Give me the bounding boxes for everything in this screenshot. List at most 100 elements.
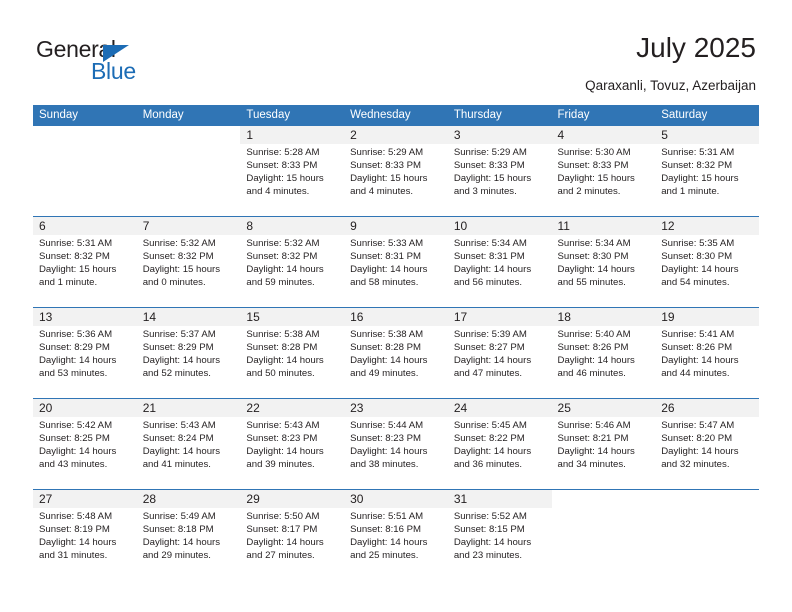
sunrise-text: Sunrise: 5:41 AM: [661, 329, 735, 340]
week-row-details: Sunrise: 5:31 AM Sunset: 8:32 PM Dayligh…: [33, 235, 759, 308]
week-row-details: Sunrise: 5:42 AM Sunset: 8:25 PM Dayligh…: [33, 417, 759, 490]
day-cell[interactable]: Sunrise: 5:47 AM Sunset: 8:20 PM Dayligh…: [655, 417, 759, 490]
day-cell[interactable]: Sunrise: 5:32 AM Sunset: 8:32 PM Dayligh…: [136, 235, 241, 308]
day-number[interactable]: 22: [240, 398, 345, 417]
day-cell[interactable]: Sunrise: 5:28 AM Sunset: 8:33 PM Dayligh…: [240, 144, 345, 217]
day-number[interactable]: 6: [33, 216, 137, 235]
day-cell[interactable]: Sunrise: 5:34 AM Sunset: 8:31 PM Dayligh…: [447, 235, 552, 308]
sunset-text: Sunset: 8:21 PM: [557, 433, 629, 444]
day-cell[interactable]: Sunrise: 5:46 AM Sunset: 8:21 PM Dayligh…: [551, 417, 656, 490]
sunrise-text: Sunrise: 5:49 AM: [142, 511, 216, 522]
day-number[interactable]: 31: [447, 489, 552, 508]
day-cell[interactable]: Sunrise: 5:52 AM Sunset: 8:15 PM Dayligh…: [447, 508, 552, 580]
day-cell[interactable]: Sunrise: 5:40 AM Sunset: 8:26 PM Dayligh…: [551, 326, 656, 399]
day-number[interactable]: 1: [240, 126, 345, 144]
day-number[interactable]: 4: [551, 126, 656, 144]
week-row-daynumbers: 13 14 15 16 17 18 19: [33, 307, 759, 326]
day-cell[interactable]: Sunrise: 5:38 AM Sunset: 8:28 PM Dayligh…: [240, 326, 345, 399]
day-number[interactable]: 12: [655, 216, 759, 235]
sunset-text: Sunset: 8:27 PM: [453, 342, 525, 353]
day-number[interactable]: 27: [33, 489, 137, 508]
sunset-text: Sunset: 8:32 PM: [246, 251, 318, 262]
day-cell[interactable]: Sunrise: 5:43 AM Sunset: 8:24 PM Dayligh…: [136, 417, 241, 490]
day-cell[interactable]: Sunrise: 5:31 AM Sunset: 8:32 PM Dayligh…: [33, 235, 137, 308]
day-number[interactable]: 29: [240, 489, 345, 508]
day-number[interactable]: 2: [344, 126, 448, 144]
day-cell-empty: [551, 508, 656, 580]
day-number[interactable]: 15: [240, 307, 345, 326]
day-number[interactable]: 5: [655, 126, 759, 144]
weekday-header-friday: Friday: [551, 105, 656, 126]
day-cell[interactable]: Sunrise: 5:35 AM Sunset: 8:30 PM Dayligh…: [655, 235, 759, 308]
day-number[interactable]: 20: [33, 398, 137, 417]
daylight-text: Daylight: 14 hours and 41 minutes.: [142, 446, 221, 470]
sunrise-text: Sunrise: 5:52 AM: [453, 511, 527, 522]
sunset-text: Sunset: 8:29 PM: [142, 342, 214, 353]
sunset-text: Sunset: 8:16 PM: [350, 524, 422, 535]
day-number[interactable]: 25: [551, 398, 656, 417]
day-cell[interactable]: Sunrise: 5:37 AM Sunset: 8:29 PM Dayligh…: [136, 326, 241, 399]
day-number[interactable]: 13: [33, 307, 137, 326]
day-number[interactable]: 3: [447, 126, 552, 144]
sunrise-text: Sunrise: 5:38 AM: [246, 329, 320, 340]
day-cell[interactable]: Sunrise: 5:36 AM Sunset: 8:29 PM Dayligh…: [33, 326, 137, 399]
calendar-header-row: Sunday Monday Tuesday Wednesday Thursday…: [33, 105, 759, 126]
weekday-header-sunday: Sunday: [33, 105, 137, 126]
page-header: General Blue July 2025 Qaraxanli, Tovuz,…: [0, 0, 792, 100]
sunset-text: Sunset: 8:24 PM: [142, 433, 214, 444]
day-number[interactable]: 19: [655, 307, 759, 326]
day-number[interactable]: 14: [136, 307, 241, 326]
sunset-text: Sunset: 8:17 PM: [246, 524, 318, 535]
sunset-text: Sunset: 8:19 PM: [39, 524, 110, 535]
day-number[interactable]: 17: [447, 307, 552, 326]
day-cell[interactable]: Sunrise: 5:38 AM Sunset: 8:28 PM Dayligh…: [344, 326, 448, 399]
day-number[interactable]: 16: [344, 307, 448, 326]
weekday-header-wednesday: Wednesday: [344, 105, 448, 126]
day-number[interactable]: 7: [136, 216, 241, 235]
day-cell[interactable]: Sunrise: 5:45 AM Sunset: 8:22 PM Dayligh…: [447, 417, 552, 490]
day-number[interactable]: 11: [551, 216, 656, 235]
day-number[interactable]: 18: [551, 307, 656, 326]
day-cell[interactable]: Sunrise: 5:50 AM Sunset: 8:17 PM Dayligh…: [240, 508, 345, 580]
daylight-text: Daylight: 14 hours and 31 minutes.: [39, 537, 117, 561]
sunrise-text: Sunrise: 5:43 AM: [246, 420, 320, 431]
day-number[interactable]: 26: [655, 398, 759, 417]
day-cell[interactable]: Sunrise: 5:49 AM Sunset: 8:18 PM Dayligh…: [136, 508, 241, 580]
sunrise-text: Sunrise: 5:28 AM: [246, 147, 320, 158]
day-number[interactable]: 9: [344, 216, 448, 235]
sunset-text: Sunset: 8:32 PM: [39, 251, 110, 262]
sunset-text: Sunset: 8:28 PM: [246, 342, 318, 353]
sunset-text: Sunset: 8:33 PM: [246, 160, 318, 171]
day-cell[interactable]: Sunrise: 5:42 AM Sunset: 8:25 PM Dayligh…: [33, 417, 137, 490]
daylight-text: Daylight: 14 hours and 54 minutes.: [661, 264, 739, 288]
day-cell[interactable]: Sunrise: 5:48 AM Sunset: 8:19 PM Dayligh…: [33, 508, 137, 580]
week-row-daynumbers: 1 2 3 4 5: [33, 126, 759, 144]
daylight-text: Daylight: 14 hours and 47 minutes.: [453, 355, 532, 379]
sunset-text: Sunset: 8:26 PM: [661, 342, 733, 353]
day-number[interactable]: 21: [136, 398, 241, 417]
sunset-text: Sunset: 8:31 PM: [350, 251, 422, 262]
day-cell[interactable]: Sunrise: 5:32 AM Sunset: 8:32 PM Dayligh…: [240, 235, 345, 308]
sunset-text: Sunset: 8:33 PM: [453, 160, 525, 171]
day-number[interactable]: 8: [240, 216, 345, 235]
weekday-header-saturday: Saturday: [655, 105, 759, 126]
sunrise-text: Sunrise: 5:43 AM: [142, 420, 216, 431]
day-cell[interactable]: Sunrise: 5:31 AM Sunset: 8:32 PM Dayligh…: [655, 144, 759, 217]
day-cell[interactable]: Sunrise: 5:30 AM Sunset: 8:33 PM Dayligh…: [551, 144, 656, 217]
week-row-details: Sunrise: 5:28 AM Sunset: 8:33 PM Dayligh…: [33, 144, 759, 217]
day-number[interactable]: 28: [136, 489, 241, 508]
day-cell[interactable]: Sunrise: 5:41 AM Sunset: 8:26 PM Dayligh…: [655, 326, 759, 399]
day-cell[interactable]: Sunrise: 5:33 AM Sunset: 8:31 PM Dayligh…: [344, 235, 448, 308]
day-cell[interactable]: Sunrise: 5:51 AM Sunset: 8:16 PM Dayligh…: [344, 508, 448, 580]
daylight-text: Daylight: 14 hours and 38 minutes.: [350, 446, 428, 470]
day-number[interactable]: 30: [344, 489, 448, 508]
day-cell[interactable]: Sunrise: 5:44 AM Sunset: 8:23 PM Dayligh…: [344, 417, 448, 490]
day-number[interactable]: 24: [447, 398, 552, 417]
day-cell[interactable]: Sunrise: 5:29 AM Sunset: 8:33 PM Dayligh…: [447, 144, 552, 217]
day-number[interactable]: 10: [447, 216, 552, 235]
day-cell[interactable]: Sunrise: 5:39 AM Sunset: 8:27 PM Dayligh…: [447, 326, 552, 399]
day-cell[interactable]: Sunrise: 5:34 AM Sunset: 8:30 PM Dayligh…: [551, 235, 656, 308]
day-number[interactable]: 23: [344, 398, 448, 417]
day-cell[interactable]: Sunrise: 5:29 AM Sunset: 8:33 PM Dayligh…: [344, 144, 448, 217]
day-cell[interactable]: Sunrise: 5:43 AM Sunset: 8:23 PM Dayligh…: [240, 417, 345, 490]
